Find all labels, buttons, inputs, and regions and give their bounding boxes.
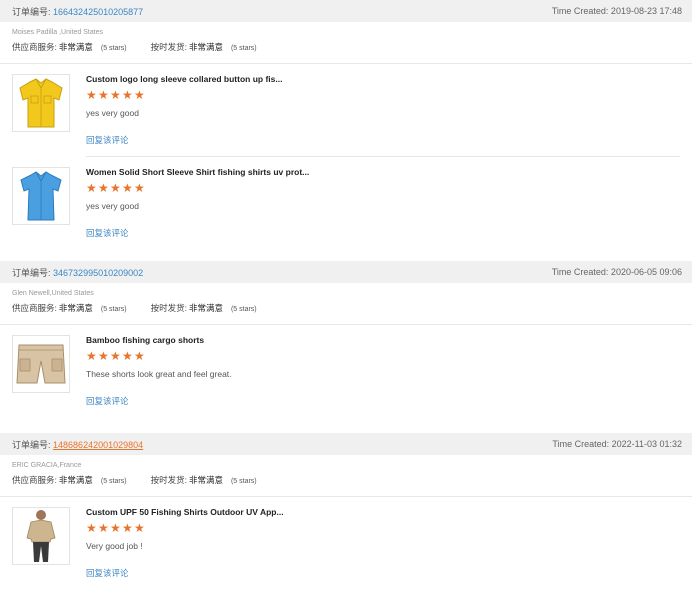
buyer-name: ERIC GRACIA,France (12, 462, 82, 469)
order-number-link[interactable]: 346732995010209002 (53, 268, 143, 278)
order-card: 订单编号: 148686242001029804 Time Created: 2… (0, 433, 692, 590)
star-icon: ★ (86, 349, 97, 363)
supplier-service-rating: 供应商服务: 非常满意 (5 stars) (12, 41, 127, 53)
reply-review-link[interactable]: 回复该评论 (86, 227, 129, 239)
supplier-service-stars: (5 stars) (100, 45, 127, 52)
product-title[interactable]: Bamboo fishing cargo shorts (86, 335, 204, 345)
product-title[interactable]: Women Solid Short Sleeve Shirt fishing s… (86, 167, 309, 177)
supplier-service-label: 供应商服务: (12, 475, 57, 485)
star-rating: ★ ★ ★ ★ ★ (86, 181, 145, 195)
supplier-service-value: 非常满意 (58, 475, 93, 485)
supplier-service-label: 供应商服务: (12, 303, 57, 313)
shipping-label: 按时发货: (150, 303, 187, 313)
star-rating: ★ ★ ★ ★ ★ (86, 349, 145, 363)
star-icon: ★ (134, 521, 145, 535)
shipping-rating: 按时发货: 非常满意 (5 stars) (151, 41, 257, 53)
review-text: Very good job ! (86, 541, 143, 551)
star-icon: ★ (110, 349, 121, 363)
review-item: Women Solid Short Sleeve Shirt fishing s… (0, 157, 692, 250)
order-header: 订单编号: 166432425010205877 Time Created: 2… (0, 0, 692, 22)
star-icon: ★ (98, 181, 109, 195)
star-icon: ★ (122, 88, 133, 102)
order-number-label: 订单编号: (12, 439, 51, 450)
order-ratings: 供应商服务: 非常满意 (5 stars) 按时发货: 非常满意 (5 star… (0, 469, 692, 486)
star-icon: ★ (122, 181, 133, 195)
star-icon: ★ (134, 181, 145, 195)
review-item: Custom logo long sleeve collared button … (0, 64, 692, 157)
supplier-service-value: 非常满意 (58, 303, 93, 313)
cargo-shorts-icon (16, 344, 66, 384)
review-item: Bamboo fishing cargo shorts ★ ★ ★ ★ ★ These … (0, 325, 692, 418)
star-icon: ★ (110, 88, 121, 102)
order-ratings: 供应商服务: 非常满意 (5 stars) 按时发货: 非常满意 (5 star… (0, 36, 692, 53)
shipping-rating: 按时发货: 非常满意 (5 stars) (151, 302, 257, 314)
supplier-service-stars: (5 stars) (100, 306, 127, 313)
star-icon: ★ (122, 521, 133, 535)
order-header: 订单编号: 346732995010209002 Time Created: 2… (0, 261, 692, 283)
product-title[interactable]: Custom logo long sleeve collared button … (86, 74, 282, 84)
order-number-link[interactable]: 166432425010205877 (53, 7, 143, 17)
buyer-name: Glen Newell,United States (12, 290, 94, 297)
supplier-service-rating: 供应商服务: 非常满意 (5 stars) (12, 302, 127, 314)
supplier-service-label: 供应商服务: (12, 42, 57, 52)
product-title[interactable]: Custom UPF 50 Fishing Shirts Outdoor UV … (86, 507, 284, 517)
man-shirt-icon (26, 510, 56, 562)
order-ratings: 供应商服务: 非常满意 (5 stars) 按时发货: 非常满意 (5 star… (0, 297, 692, 314)
reply-review-link[interactable]: 回复该评论 (86, 134, 129, 146)
review-item: Custom UPF 50 Fishing Shirts Outdoor UV … (0, 497, 692, 590)
star-icon: ★ (134, 349, 145, 363)
shipping-value: 非常满意 (188, 475, 223, 485)
review-text: yes very good (86, 201, 139, 211)
supplier-service-stars: (5 stars) (100, 478, 127, 485)
buyer-name: Moises Padilla ,United States (12, 29, 104, 36)
time-created: Time Created: 2022-11-03 01:32 (552, 439, 682, 449)
product-thumbnail[interactable] (12, 74, 70, 132)
supplier-service-value: 非常满意 (58, 42, 93, 52)
star-rating: ★ ★ ★ ★ ★ (86, 521, 145, 535)
reply-review-link[interactable]: 回复该评论 (86, 395, 129, 407)
order-card: 订单编号: 166432425010205877 Time Created: 2… (0, 0, 692, 240)
star-icon: ★ (86, 521, 97, 535)
order-header: 订单编号: 148686242001029804 Time Created: 2… (0, 433, 692, 455)
review-text: yes very good (86, 108, 139, 118)
shipping-label: 按时发货: (150, 42, 187, 52)
order-number-label: 订单编号: (12, 6, 51, 17)
star-icon: ★ (98, 521, 109, 535)
star-icon: ★ (86, 88, 97, 102)
shipping-value: 非常满意 (188, 303, 223, 313)
shipping-rating: 按时发货: 非常满意 (5 stars) (151, 474, 257, 486)
product-thumbnail[interactable] (12, 335, 70, 393)
star-icon: ★ (110, 521, 121, 535)
star-icon: ★ (122, 349, 133, 363)
star-icon: ★ (98, 349, 109, 363)
order-number-link[interactable]: 148686242001029804 (53, 440, 143, 450)
order-number-label: 订单编号: (12, 267, 51, 278)
star-rating: ★ ★ ★ ★ ★ (86, 88, 145, 102)
product-thumbnail[interactable] (12, 507, 70, 565)
shipping-stars: (5 stars) (230, 306, 257, 313)
review-text: These shorts look great and feel great. (86, 369, 232, 379)
shipping-label: 按时发货: (150, 475, 187, 485)
shipping-stars: (5 stars) (230, 478, 257, 485)
shipping-stars: (5 stars) (230, 45, 257, 52)
star-icon: ★ (86, 181, 97, 195)
supplier-service-rating: 供应商服务: 非常满意 (5 stars) (12, 474, 127, 486)
time-created: Time Created: 2019-08-23 17:48 (551, 6, 682, 16)
star-icon: ★ (134, 88, 145, 102)
yellow-shirt-icon (19, 78, 63, 128)
blue-shirt-icon (20, 171, 62, 221)
reply-review-link[interactable]: 回复该评论 (86, 567, 129, 579)
star-icon: ★ (98, 88, 109, 102)
time-created: Time Created: 2020-06-05 09:06 (551, 267, 682, 277)
product-thumbnail[interactable] (12, 167, 70, 225)
star-icon: ★ (110, 181, 121, 195)
order-card: 订单编号: 346732995010209002 Time Created: 2… (0, 261, 692, 416)
shipping-value: 非常满意 (188, 42, 223, 52)
